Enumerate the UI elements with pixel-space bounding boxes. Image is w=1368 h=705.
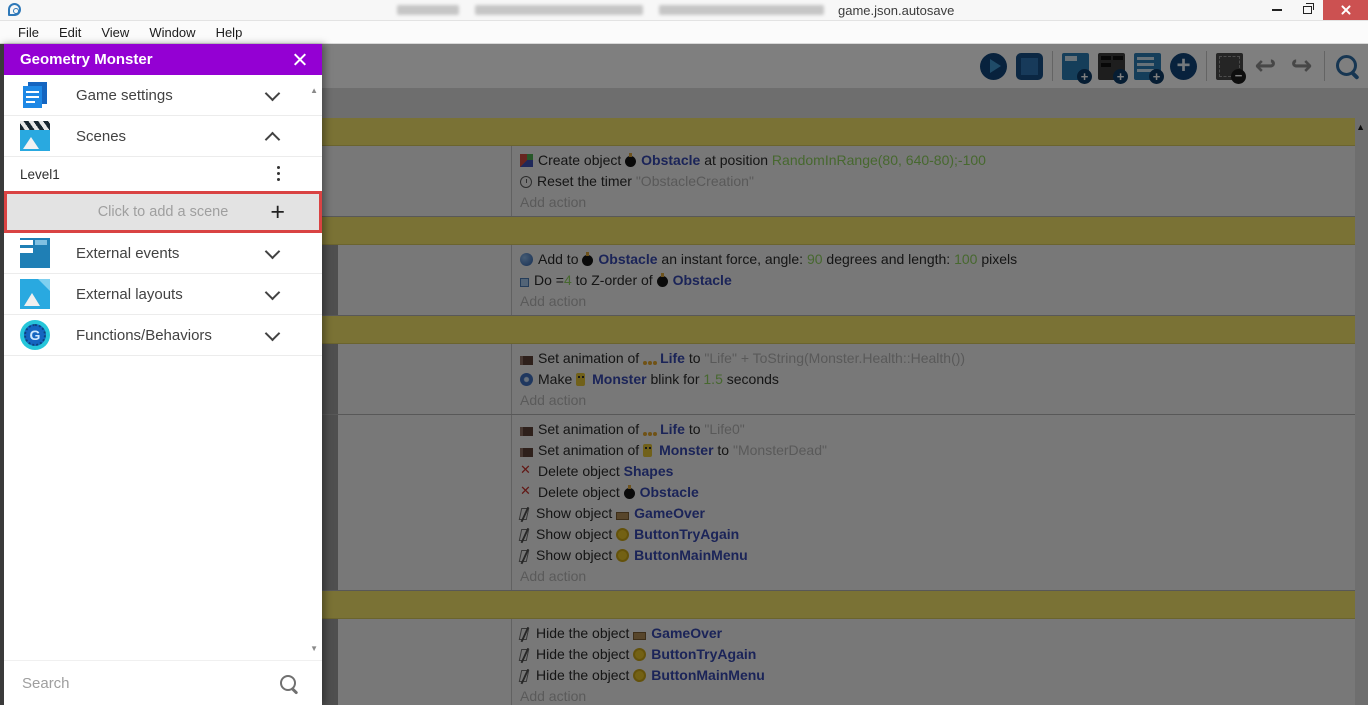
minimize-icon[interactable] xyxy=(1261,0,1292,20)
functions-icon xyxy=(20,320,50,350)
kebab-menu-icon[interactable] xyxy=(277,166,280,169)
external-layouts-icon xyxy=(20,279,50,309)
sidebar-item-label: Scenes xyxy=(76,127,127,145)
add-scene-label: Click to add a scene xyxy=(97,204,229,220)
menu-item-file[interactable]: File xyxy=(8,25,49,40)
sidebar-item-label: Game settings xyxy=(76,86,173,104)
scene-label: Level1 xyxy=(20,166,60,182)
sidebar-item-external-events[interactable]: External events xyxy=(4,233,322,274)
drawer-header: Geometry Monster xyxy=(4,44,322,75)
chevron-up-icon xyxy=(264,131,281,148)
sidebar-item-game-settings[interactable]: Game settings xyxy=(4,75,322,116)
redacted-title-text xyxy=(397,5,824,16)
external-events-icon xyxy=(20,238,50,268)
chevron-down-icon xyxy=(264,284,281,301)
drawer-scroll-down-icon[interactable]: ▼ xyxy=(310,644,318,653)
project-manager-drawer: Geometry Monster Game settings Scenes Leve… xyxy=(0,44,322,705)
menu-bar: File Edit View Window Help xyxy=(0,21,1368,44)
sidebar-item-scenes[interactable]: Scenes xyxy=(4,116,322,157)
search-placeholder: Search xyxy=(22,674,70,692)
menu-item-view[interactable]: View xyxy=(91,25,139,40)
plus-icon: + xyxy=(270,198,285,226)
drawer-search-bar[interactable]: Search xyxy=(4,660,322,705)
restore-icon[interactable] xyxy=(1292,0,1323,20)
search-icon[interactable] xyxy=(280,675,296,691)
drawer-scroll-up-icon[interactable]: ▲ xyxy=(310,86,318,95)
chevron-down-icon xyxy=(264,243,281,260)
window-controls xyxy=(1261,0,1368,20)
close-window-icon[interactable] xyxy=(1323,0,1368,20)
chevron-down-icon xyxy=(264,85,281,102)
project-title: Geometry Monster xyxy=(20,51,153,68)
scenes-icon xyxy=(20,121,50,151)
sidebar-item-functions-behaviors[interactable]: Functions/Behaviors xyxy=(4,315,322,356)
sidebar-item-label: External events xyxy=(76,244,180,262)
gdevelop-window: game.json.autosave File Edit View Window Hel… xyxy=(0,0,1368,705)
chevron-down-icon xyxy=(264,325,281,342)
game-settings-icon xyxy=(20,80,50,110)
menu-item-window[interactable]: Window xyxy=(139,25,205,40)
sidebar-item-label: External layouts xyxy=(76,285,183,303)
gdevelop-logo-icon xyxy=(8,3,21,16)
menu-item-help[interactable]: Help xyxy=(206,25,253,40)
add-scene-button[interactable]: Click to add a scene + xyxy=(4,191,322,233)
title-bar: game.json.autosave xyxy=(0,0,1368,21)
close-drawer-icon[interactable] xyxy=(292,52,307,67)
scene-item-level1[interactable]: Level1 xyxy=(4,157,322,191)
sidebar-item-label: Functions/Behaviors xyxy=(76,326,212,344)
sidebar-item-external-layouts[interactable]: External layouts xyxy=(4,274,322,315)
window-title: game.json.autosave xyxy=(838,3,955,18)
menu-item-edit[interactable]: Edit xyxy=(49,25,91,40)
